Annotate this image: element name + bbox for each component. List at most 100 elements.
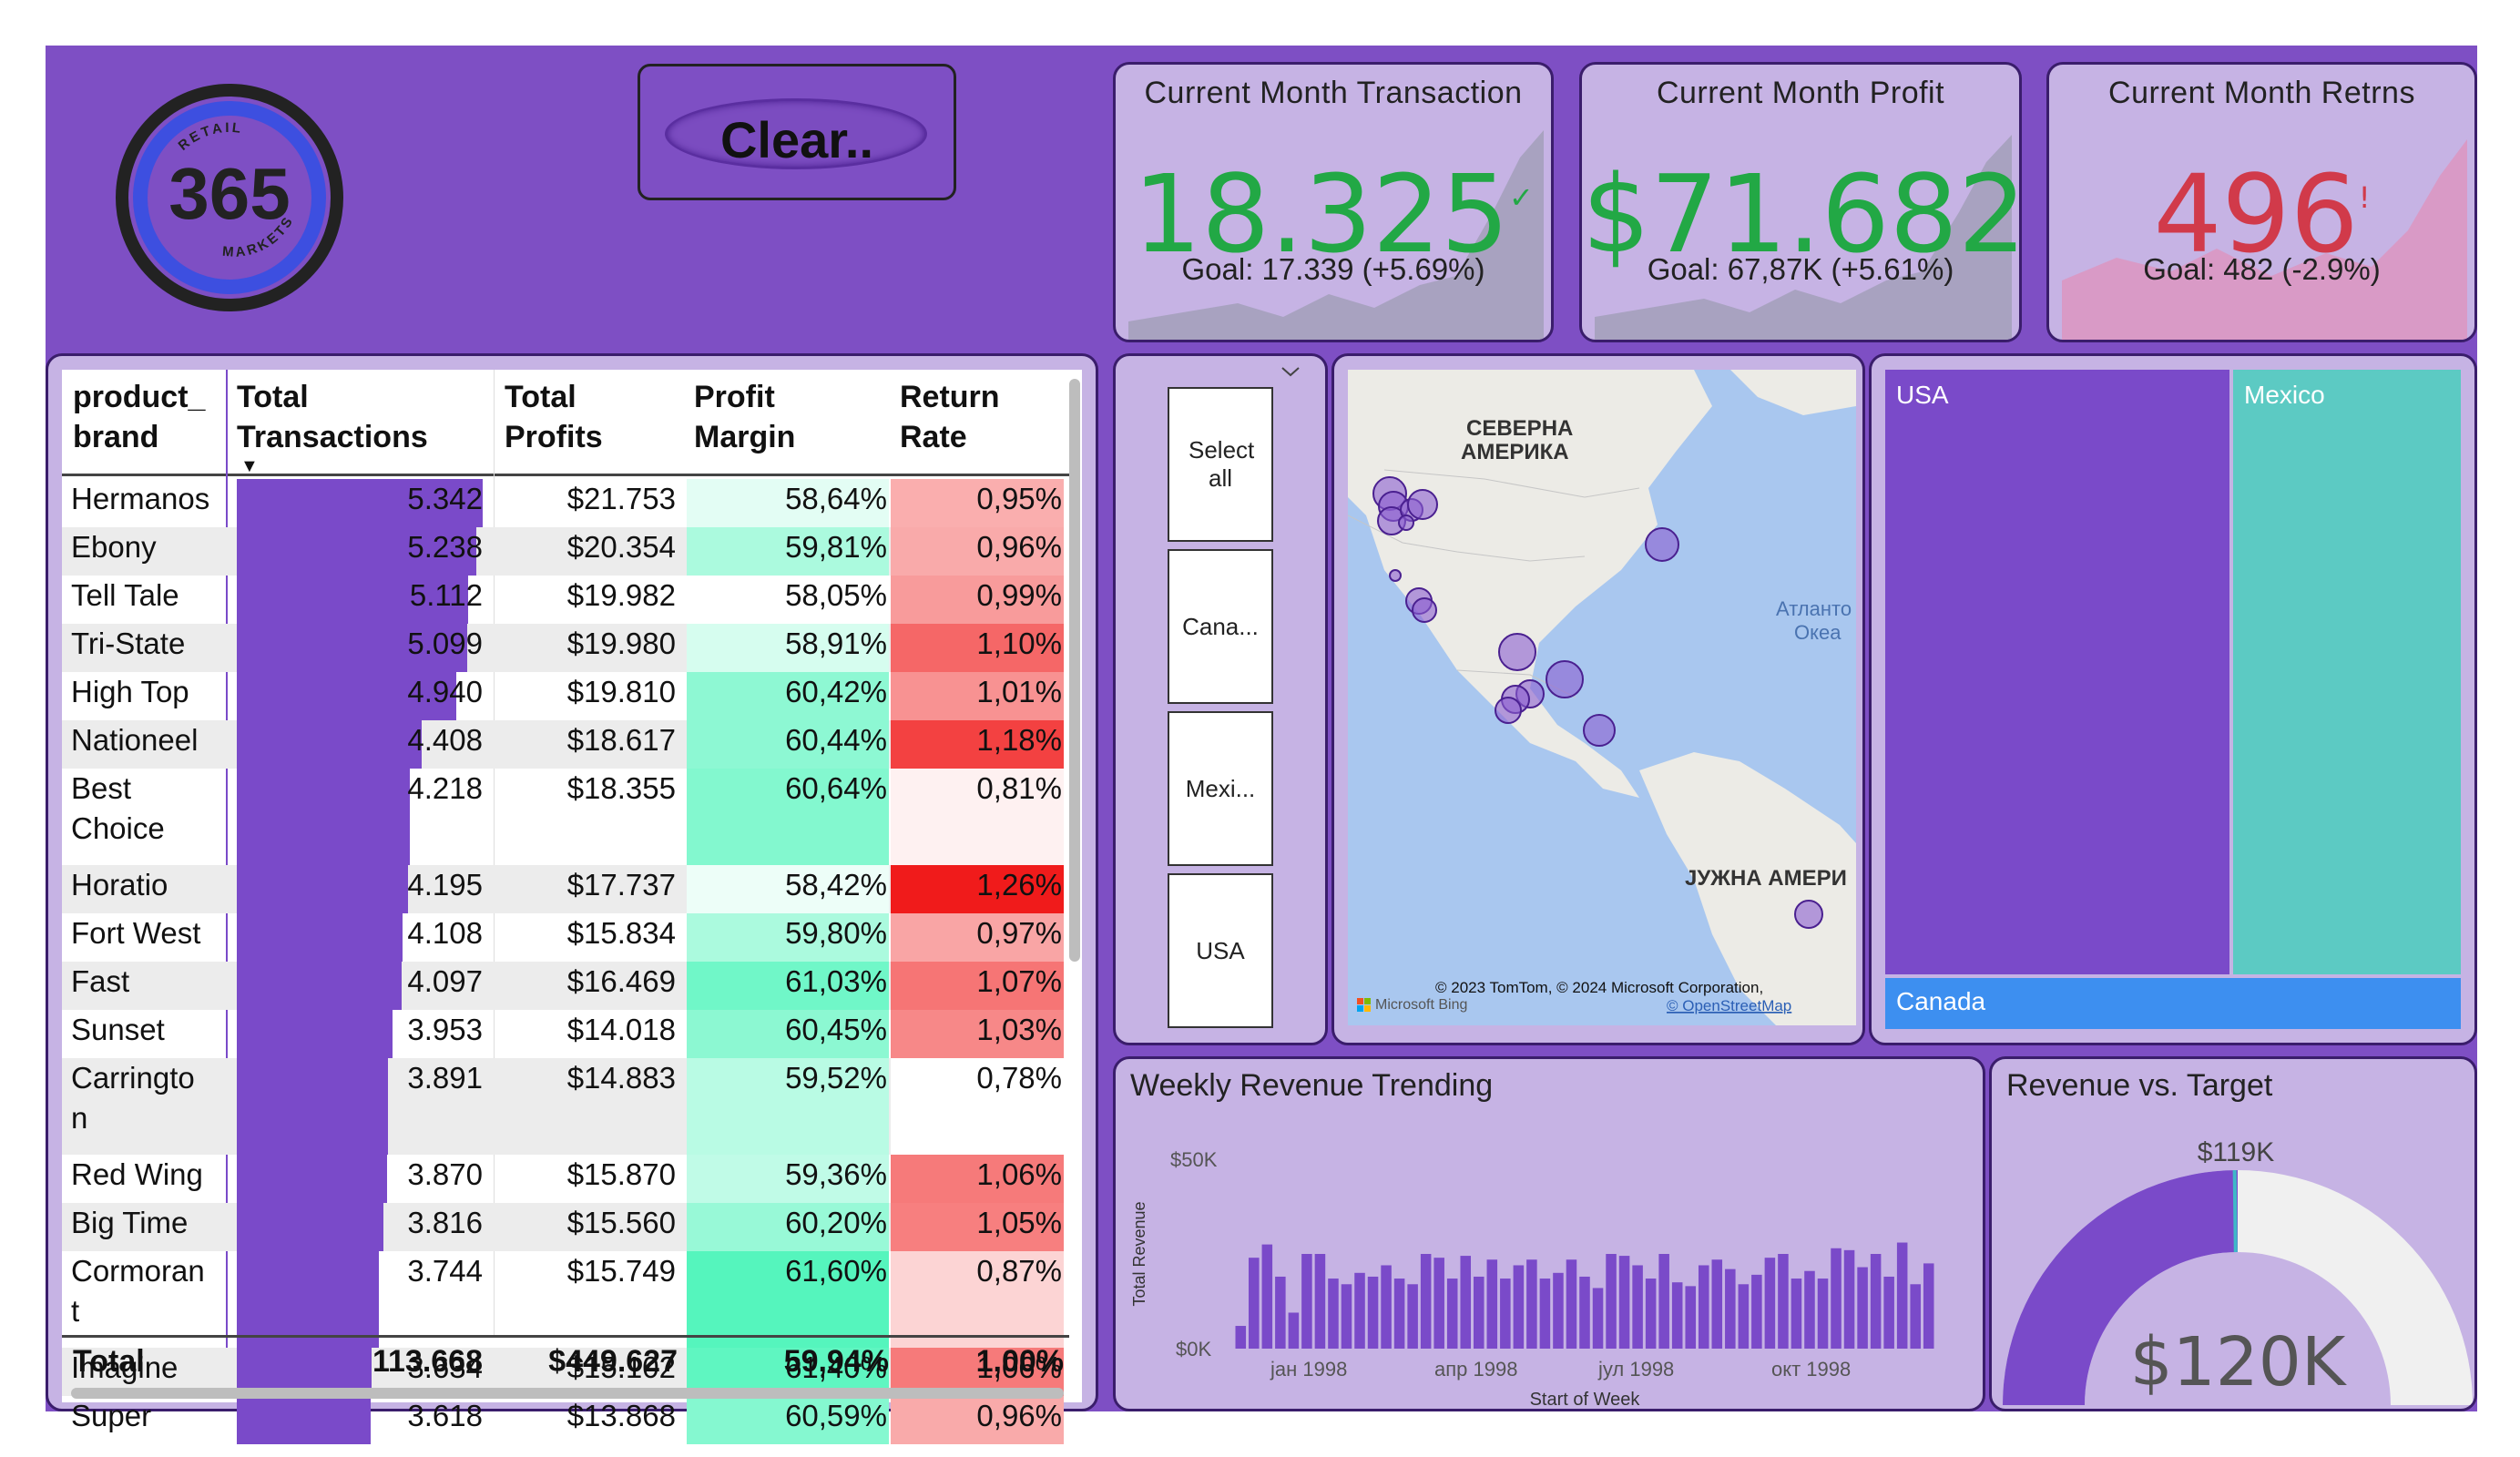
revenue-bar: [1433, 1258, 1444, 1349]
cell-return-rate: 0,95%: [891, 479, 1064, 527]
greenland-landmass: [1730, 370, 1856, 415]
table-row[interactable]: Sunset 3.953 $14.018 60,45% 1,03%: [62, 1010, 1064, 1058]
map-bubble: [1389, 569, 1402, 582]
map-label-ocean-2: Океа: [1794, 621, 1842, 644]
weekly-revenue-chart: $50K $0K Total Revenue јан 1998 апр 1998 јул …: [1130, 1148, 1934, 1409]
slicer-usa[interactable]: USA: [1168, 873, 1273, 1028]
clear-button[interactable]: Clear..: [638, 64, 956, 200]
revenue-bar: [1579, 1276, 1590, 1349]
revenue-bar: [1249, 1258, 1260, 1349]
table-row[interactable]: Tri-State 5.099 $19.980 58,91% 1,10%: [62, 624, 1064, 672]
treemap-canada[interactable]: Canada: [1885, 978, 2461, 1029]
map-label-north-america-2: АМЕРИКА: [1461, 440, 1569, 464]
map-osm-link[interactable]: © OpenStreetMap: [1667, 997, 1791, 1014]
vertical-scrollbar[interactable]: [1069, 379, 1080, 962]
cell-profits: $14.883: [566, 1061, 676, 1095]
cell-brand: Fast: [71, 964, 130, 998]
revenue-bar: [1698, 1265, 1709, 1349]
cell-transactions: 4.195: [237, 865, 483, 913]
map-view[interactable]: СЕВЕРНА АМЕРИКА ЈУЖНА АМЕРИ Атланто Океа…: [1348, 370, 1856, 1025]
cell-margin: 58,91%: [687, 624, 889, 672]
cell-profits: $19.982: [566, 578, 676, 612]
clear-button-label: Clear..: [719, 111, 874, 168]
cell-profits: $15.870: [566, 1157, 676, 1191]
transactions-value: 5.112: [409, 578, 483, 612]
kpi-card-returns: Current Month Retrns 496! Goal: 482 (-2.…: [2046, 62, 2477, 342]
cell-return-rate: 0,96%: [891, 1396, 1064, 1444]
cell-margin: 59,52%: [687, 1058, 889, 1155]
header-total-profits[interactable]: Total Profits: [505, 377, 603, 457]
cell-return-rate: 1,01%: [891, 672, 1064, 720]
map-bubble: [1412, 597, 1437, 623]
table-row[interactable]: Cormoran t 3.744 $15.749 61,60% 0,87%: [62, 1251, 1064, 1348]
gauge-target-label: $119K: [2198, 1137, 2275, 1167]
header-profit-margin[interactable]: Profit Margin: [694, 377, 795, 457]
revenue-bar: [1407, 1284, 1418, 1349]
table-row[interactable]: Carringto n 3.891 $14.883 59,52% 0,78%: [62, 1058, 1064, 1155]
cell-return-rate: 0,97%: [891, 913, 1064, 962]
revenue-bar: [1446, 1279, 1458, 1349]
table-row[interactable]: Big Time 3.816 $15.560 60,20% 1,05%: [62, 1203, 1064, 1251]
slicer-mexico[interactable]: Mexi...: [1168, 711, 1273, 866]
cell-return-rate: 0,87%: [891, 1251, 1064, 1348]
total-return: 1,00%: [975, 1344, 1064, 1379]
x-tick-label: окт 1998: [1771, 1358, 1851, 1381]
cell-margin: 60,64%: [687, 769, 889, 865]
cell-margin: 59,36%: [687, 1155, 889, 1203]
table-row[interactable]: Red Wing 3.870 $15.870 59,36% 1,06%: [62, 1155, 1064, 1203]
revenue-bar: [1592, 1288, 1604, 1349]
revenue-bar: [1618, 1256, 1630, 1349]
table-row[interactable]: Hermanos 5.342 $21.753 58,64% 0,95%: [62, 479, 1064, 527]
revenue-bar: [1566, 1259, 1577, 1349]
table-row[interactable]: Nationeel 4.408 $18.617 60,44% 1,18%: [62, 720, 1064, 769]
table-row[interactable]: Ebony 5.238 $20.354 59,81% 0,96%: [62, 527, 1064, 576]
cell-profits: $15.749: [566, 1254, 676, 1288]
brand-table: product_ brand Total Transactions ▼ Total P…: [62, 370, 1082, 1444]
y-axis-title: Total Revenue: [1130, 1201, 1148, 1306]
header-total-transactions[interactable]: Total Transactions ▼: [237, 377, 428, 475]
cell-brand: Cormoran t: [71, 1254, 205, 1328]
cell-transactions: 5.238: [237, 527, 483, 576]
total-profits: $449.627: [548, 1344, 678, 1379]
transactions-bar: [237, 865, 408, 913]
revenue-bar: [1817, 1279, 1829, 1349]
revenue-bar: [1738, 1284, 1750, 1349]
header-product-brand[interactable]: product_ brand: [73, 377, 205, 457]
cell-profits: $13.868: [566, 1399, 676, 1432]
cell-profits: $18.355: [566, 771, 676, 805]
revenue-bar: [1420, 1254, 1432, 1349]
cell-profits: $19.980: [566, 627, 676, 660]
transactions-bar: [237, 1203, 383, 1251]
cell-return-rate: 0,96%: [891, 527, 1064, 576]
y-tick-label: $50K: [1170, 1148, 1218, 1171]
horizontal-scrollbar[interactable]: [71, 1388, 1064, 1399]
revenue-bar: [1606, 1254, 1617, 1349]
header-return-rate[interactable]: Return Rate: [900, 377, 1000, 457]
cell-margin: 58,64%: [687, 479, 889, 527]
slicer-canada[interactable]: Cana...: [1168, 549, 1273, 704]
table-row[interactable]: Horatio 4.195 $17.737 58,42% 1,26%: [62, 865, 1064, 913]
table-row[interactable]: Fort West 4.108 $15.834 59,80% 0,97%: [62, 913, 1064, 962]
cell-margin: 60,44%: [687, 720, 889, 769]
revenue-bar: [1393, 1279, 1405, 1349]
cell-transactions: 4.097: [237, 962, 483, 1010]
cell-brand: Best Choice: [71, 771, 165, 845]
revenue-bar: [1831, 1248, 1842, 1349]
revenue-bar: [1261, 1244, 1273, 1349]
treemap-mexico[interactable]: Mexico: [2233, 370, 2461, 974]
x-tick-label: апр 1998: [1434, 1358, 1517, 1381]
table-row[interactable]: Super 3.618 $13.868 60,59% 0,96%: [62, 1396, 1064, 1444]
treemap-usa[interactable]: USA: [1885, 370, 2229, 974]
map-bubble: [1407, 489, 1438, 520]
revenue-bar: [1857, 1267, 1868, 1349]
table-row[interactable]: Fast 4.097 $16.469 61,03% 1,07%: [62, 962, 1064, 1010]
revenue-bar: [1711, 1259, 1723, 1349]
table-row[interactable]: Best Choice 4.218 $18.355 60,64% 0,81%: [62, 769, 1064, 865]
table-row[interactable]: High Top 4.940 $19.810 60,42% 1,01%: [62, 672, 1064, 720]
cell-profits: $15.834: [566, 916, 676, 950]
table-row[interactable]: Tell Tale 5.112 $19.982 58,05% 0,99%: [62, 576, 1064, 624]
cell-margin: 60,20%: [687, 1203, 889, 1251]
revenue-bar: [1632, 1265, 1643, 1349]
revenue-bar: [1910, 1284, 1921, 1349]
slicer-select-all[interactable]: Select all: [1168, 387, 1273, 542]
